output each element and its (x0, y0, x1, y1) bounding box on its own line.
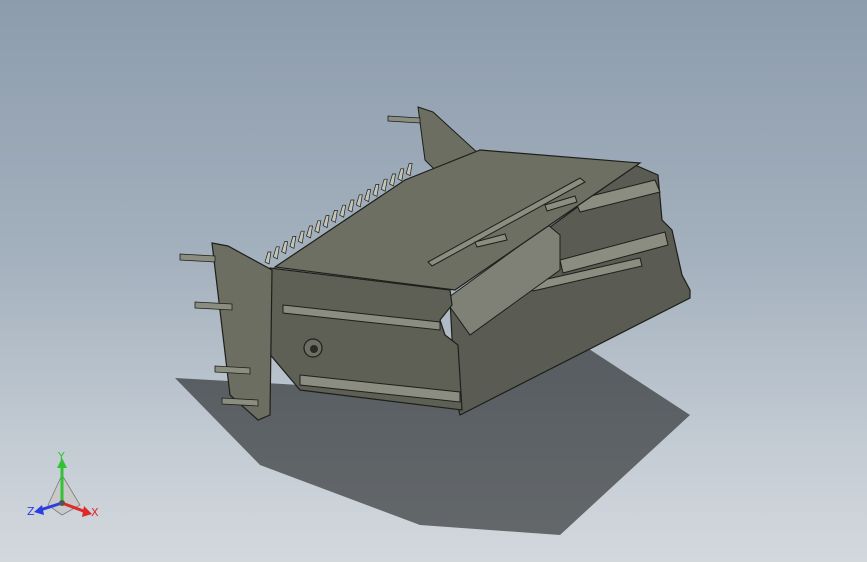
contact-pin (306, 225, 313, 239)
coordinate-triad: Y X Z (27, 450, 99, 519)
contact-pin (297, 230, 305, 244)
model-canvas[interactable]: Y X Z (0, 0, 867, 562)
contact-pin (364, 189, 372, 203)
contact-pin (272, 246, 280, 260)
contact-pin (372, 184, 380, 197)
contact-pin (314, 220, 322, 234)
contact-pin (405, 163, 413, 177)
z-axis-label: Z (27, 505, 35, 518)
contact-pin (281, 241, 289, 255)
x-axis-label: X (91, 506, 99, 519)
contact-pin (339, 204, 347, 218)
contact-pin (264, 251, 272, 265)
screw-hole (303, 338, 323, 358)
contact-pin (389, 173, 396, 187)
contact-pin (355, 194, 363, 208)
contact-pin (322, 215, 330, 229)
contact-pin (289, 236, 297, 249)
y-axis-label: Y (57, 450, 65, 463)
contact-pin (397, 168, 405, 182)
contact-pin (380, 178, 388, 192)
contact-pin (330, 210, 338, 223)
3d-model-viewport[interactable]: Y X Z (0, 0, 867, 562)
contact-pin (347, 199, 355, 213)
z-axis-arrow (34, 505, 44, 515)
